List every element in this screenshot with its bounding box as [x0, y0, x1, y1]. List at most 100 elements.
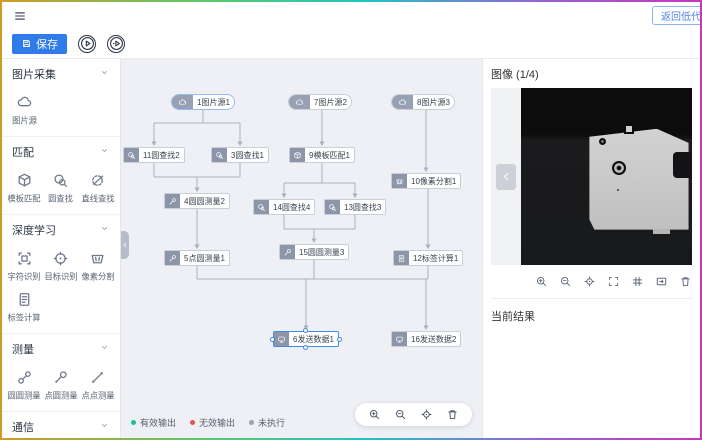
node-label: 8图片源3 [413, 95, 454, 109]
cube-icon [290, 148, 305, 162]
flow-node-11圆查找2[interactable]: 11圆查找2 [123, 147, 185, 163]
selection-handle[interactable] [337, 337, 342, 342]
sidebar-tool-字符识别[interactable]: 字符识别 [6, 244, 43, 285]
flow-node-4圆圆测量2[interactable]: 4圆圆测量2 [164, 193, 230, 209]
sidebar-section-header[interactable]: 通信 [2, 412, 120, 438]
prev-image-button[interactable] [496, 164, 516, 190]
sidebar-section: 图片采集 图片源 [2, 59, 120, 137]
flow-node-9模板匹配1[interactable]: 9模板匹配1 [289, 147, 355, 163]
tool-label: 圆查找 [49, 193, 74, 205]
send-icon [274, 332, 289, 346]
legend-item: 有效输出 [131, 416, 176, 429]
locate-button[interactable] [420, 408, 433, 421]
legend-item: 无效输出 [190, 416, 235, 429]
flow-node-14圆查找4[interactable]: 14圆查找4 [253, 199, 315, 215]
action-toolbar: 保存 [2, 29, 700, 58]
sidebar-tool-点圆测量[interactable]: 点圆测量 [43, 363, 80, 404]
sidebar-tool-圆查找[interactable]: 圆查找 [43, 166, 80, 207]
fit-button[interactable] [655, 275, 668, 288]
flow-node-6发送数据1[interactable]: 6发送数据1 [273, 331, 339, 347]
zoom-out-button[interactable] [559, 275, 572, 288]
save-label: 保存 [36, 36, 58, 52]
sidebar-section: 测量 圆圆测量点圆测量点点测量 [2, 334, 120, 412]
legend-dot [249, 420, 254, 425]
sidebar-section-header[interactable]: 测量 [2, 334, 120, 361]
chevron-down-icon [99, 67, 110, 81]
image-viewer [491, 88, 692, 265]
sidebar-section-header[interactable]: 匹配 [2, 137, 120, 164]
node-label: 12标签计算1 [409, 251, 462, 265]
flow-canvas[interactable]: 有效输出无效输出未执行 1图片源17图片源28图片源311圆查找23圆查找19模… [120, 58, 482, 438]
basket-icon [89, 249, 106, 267]
tool-label: 目标识别 [44, 271, 77, 283]
save-button[interactable]: 保存 [12, 34, 67, 54]
sidebar-tool-标签计算[interactable]: 标签计算 [6, 285, 43, 326]
run-button[interactable] [78, 35, 96, 53]
flow-node-13圆查找3[interactable]: 13圆查找3 [324, 199, 386, 215]
node-label: 3圆查找1 [227, 148, 268, 162]
tool-label: 像素分割 [81, 271, 114, 283]
sidebar-tool-图片源[interactable]: 图片源 [6, 88, 43, 129]
sidebar-tool-直线查找[interactable]: 直线查找 [79, 166, 116, 207]
center-hole [612, 161, 626, 175]
grid-button[interactable] [631, 275, 644, 288]
node-label: 13圆查找3 [340, 200, 385, 214]
zoom-in-button[interactable] [535, 275, 548, 288]
flow-node-8图片源3[interactable]: 8图片源3 [391, 94, 455, 110]
section-title: 通信 [12, 419, 34, 435]
selection-handle[interactable] [270, 337, 275, 342]
sidebar-tool-模板匹配[interactable]: 模板匹配 [6, 166, 43, 207]
inspection-image[interactable] [521, 88, 692, 265]
tool-label: 圆圆测量 [8, 390, 41, 402]
trash-button[interactable] [679, 275, 692, 288]
flow-node-10像素分割1[interactable]: 10像素分割1 [391, 173, 461, 189]
sidebar-section-header[interactable]: 图片采集 [2, 59, 120, 86]
flow-node-12标签计算1[interactable]: 12标签计算1 [393, 250, 463, 266]
locate-button[interactable] [583, 275, 596, 288]
chevron-down-icon [99, 420, 110, 434]
selection-handle[interactable] [303, 328, 308, 333]
fiducial-square [624, 124, 634, 134]
node-label: 6发送数据1 [289, 332, 338, 346]
selection-handle[interactable] [303, 345, 308, 350]
sidebar-tool-像素分割[interactable]: 像素分割 [79, 244, 116, 285]
save-icon [21, 38, 32, 49]
window-frame: 返回低代码 保存 图片采集 图片源 匹配 模板匹配圆查找直线查找 深度学习 字符… [0, 0, 702, 440]
tool-label: 点点测量 [81, 390, 114, 402]
step-run-button[interactable] [107, 35, 125, 53]
node-label: 9模板匹配1 [305, 148, 354, 162]
zoom-out-button[interactable] [394, 408, 407, 421]
node-label: 15圆圆测量3 [295, 245, 348, 259]
flow-node-16发送数据2[interactable]: 16发送数据2 [391, 331, 461, 347]
back-to-lowcode-button[interactable]: 返回低代码 [652, 6, 700, 25]
sidebar-tool-点点测量[interactable]: 点点测量 [79, 363, 116, 404]
tool-sidebar: 图片采集 图片源 匹配 模板匹配圆查找直线查找 深度学习 字符识别目标识别像素分… [2, 58, 120, 438]
flow-node-15圆圆测量3[interactable]: 15圆圆测量3 [279, 244, 349, 260]
section-title: 深度学习 [12, 222, 56, 238]
chevron-down-icon [99, 145, 110, 159]
plate-dot [617, 189, 619, 191]
flow-node-5点圆测量1[interactable]: 5点圆测量1 [164, 250, 230, 266]
fullscreen-button[interactable] [607, 275, 620, 288]
tool-label: 图片源 [12, 115, 37, 127]
plate-tab [653, 229, 670, 235]
chevron-down-icon [99, 342, 110, 356]
trash-button[interactable] [446, 408, 459, 421]
cloud-icon [172, 95, 193, 109]
cloud-icon [289, 95, 310, 109]
line-find-icon [89, 171, 106, 189]
node-label: 7图片源2 [310, 95, 351, 109]
cloud-icon [392, 95, 413, 109]
menu-icon[interactable] [11, 7, 29, 25]
zoom-in-button[interactable] [368, 408, 381, 421]
flow-node-3圆查找1[interactable]: 3圆查找1 [211, 147, 269, 163]
sidebar-collapse-handle[interactable] [121, 231, 129, 259]
sidebar-tool-圆圆测量[interactable]: 圆圆测量 [6, 363, 43, 404]
tool-label: 直线查找 [81, 193, 114, 205]
sidebar-section-header[interactable]: 深度学习 [2, 215, 120, 242]
tool-label: 点圆测量 [44, 390, 77, 402]
flow-node-1图片源1[interactable]: 1图片源1 [171, 94, 235, 110]
sidebar-tool-目标识别[interactable]: 目标识别 [43, 244, 80, 285]
flow-node-7图片源2[interactable]: 7图片源2 [288, 94, 352, 110]
legend-dot [131, 420, 136, 425]
